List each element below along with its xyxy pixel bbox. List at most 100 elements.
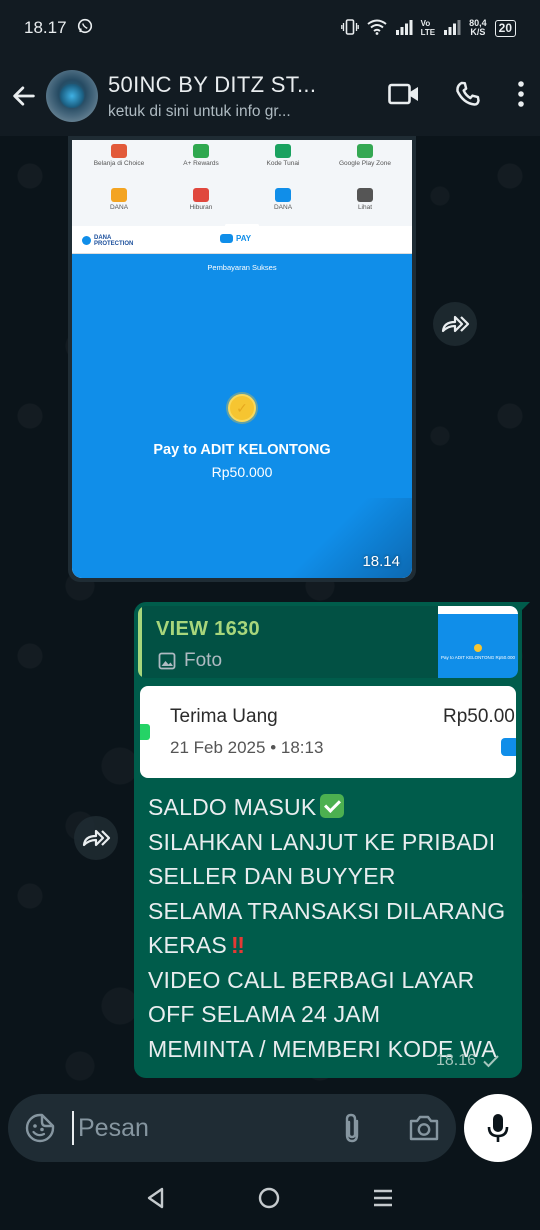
nav-back-button[interactable]: [146, 1187, 166, 1214]
payment-status: Pembayaran Sukses: [207, 263, 277, 272]
text-cursor: [72, 1111, 74, 1145]
app-tile-label: DANA: [109, 204, 129, 211]
status-bar: 18.17 Vo LTE 80,4 K/S 20: [0, 0, 540, 56]
quoted-type: Foto: [158, 650, 222, 672]
message-line: SELAMA TRANSAKSI DILARANG: [148, 897, 506, 924]
check-mark-emoji-icon: [320, 794, 345, 818]
app-tile-label: Lihat: [357, 204, 373, 211]
screenshot-grid-item: Lihat: [324, 188, 406, 232]
composer: Pesan: [0, 1094, 540, 1166]
dana-badge-icon: [501, 738, 516, 756]
message-input[interactable]: Pesan: [78, 1114, 149, 1143]
forward-button[interactable]: [433, 302, 477, 346]
app-tile-label: Kode Tunai: [266, 160, 300, 167]
message-input-container[interactable]: Pesan: [8, 1094, 456, 1162]
screenshot-grid-item: Belanja di Choice: [78, 144, 160, 188]
circle-home-icon: [258, 1187, 280, 1208]
app-tile-label: Hiburan: [189, 204, 213, 211]
screenshot-grid-item: A+ Rewards: [160, 144, 242, 188]
notification-date: 21 Feb 2025 • 18:13: [170, 738, 324, 757]
dana-protection-logo: DANA PROTECTION: [82, 235, 133, 247]
camera-icon: [409, 1115, 439, 1141]
chat-area[interactable]: Belanja di Choice A+ Rewards Kode Tunai Goo…: [0, 136, 540, 1094]
attach-button[interactable]: [342, 1112, 362, 1149]
payee-name: Pay to ADIT KELONTONG: [153, 442, 331, 458]
message-text: SALDO MASUK SILAHKAN LANJUT KE PRIBADI S…: [148, 790, 514, 1066]
app-tile-label: A+ Rewards: [183, 160, 219, 167]
wifi-icon: [366, 19, 387, 38]
app-tile-icon: [111, 144, 127, 158]
app-tile-icon: [193, 188, 209, 202]
net-speed: 80,4 K/S: [469, 18, 487, 37]
quoted-sender: VIEW 1630: [156, 618, 260, 640]
arrow-left-icon: [13, 86, 35, 106]
message-line: KERAS: [148, 932, 227, 958]
image-attachment[interactable]: Belanja di Choice A+ Rewards Kode Tunai Goo…: [72, 140, 412, 578]
forward-icon: [441, 315, 470, 333]
image-message[interactable]: Belanja di Choice A+ Rewards Kode Tunai Goo…: [68, 136, 416, 582]
menu-lines-icon: [374, 1189, 392, 1206]
video-call-button[interactable]: [388, 82, 420, 111]
app-badge-icon: [140, 724, 150, 740]
triangle-back-icon: [147, 1187, 164, 1208]
screenshot-grid-item: Kode Tunai: [242, 144, 324, 188]
app-tile-icon: [275, 144, 291, 158]
nav-recents-button[interactable]: [372, 1187, 394, 1214]
battery-indicator: 20: [494, 19, 516, 37]
chat-header: 50INC BY DITZ ST... ketuk di sini untuk …: [0, 56, 540, 136]
voice-record-button[interactable]: [464, 1094, 532, 1162]
camera-button[interactable]: [408, 1114, 440, 1147]
dana-pay-logo: PAY: [220, 234, 251, 243]
message-line: OFF SELAMA 24 JAM: [148, 1001, 381, 1027]
back-button[interactable]: [2, 56, 46, 136]
screenshot-grid-item: Google Play Zone: [324, 144, 406, 188]
app-tile-icon: [357, 188, 373, 202]
group-info[interactable]: 50INC BY DITZ ST... ketuk di sini untuk …: [108, 72, 338, 121]
volte-indicator: Vo LTE: [420, 19, 436, 37]
app-tile-label: DANA: [273, 204, 293, 211]
vibrate-icon: [340, 18, 359, 38]
quoted-thumbnail: Pay to ADIT KELONTONG Rp50.000: [438, 606, 518, 678]
screenshot-app-grid: Belanja di Choice A+ Rewards Kode Tunai Goo…: [72, 140, 412, 226]
paperclip-icon: [345, 1113, 359, 1143]
screenshot-grid-item: DANA: [78, 188, 160, 232]
sheet-handle: [225, 224, 259, 227]
phone-icon: [456, 81, 480, 106]
menu-button[interactable]: [516, 80, 526, 113]
outgoing-message[interactable]: VIEW 1630 Foto Pay to ADIT KELONTONG Rp5…: [134, 602, 522, 1078]
message-time: 18.14: [362, 553, 400, 570]
forward-icon: [82, 829, 111, 847]
status-time: 18.17: [24, 18, 67, 37]
emoji-button[interactable]: [24, 1112, 56, 1149]
payment-amount: Rp50.000: [211, 464, 273, 480]
whatsapp-notification-icon: [77, 18, 93, 39]
voice-call-button[interactable]: [454, 80, 482, 113]
group-avatar[interactable]: [46, 70, 98, 122]
app-tile-icon: [275, 188, 291, 202]
signal-2-icon: [443, 19, 461, 38]
message-line: VIDEO CALL BERBAGI LAYAR: [148, 966, 475, 993]
app-tile-label: Google Play Zone: [338, 160, 392, 167]
system-nav-bar: [0, 1170, 540, 1230]
app-tile-icon: [357, 144, 373, 158]
message-meta: 18.16: [436, 1052, 500, 1070]
message-time: 18.16: [435, 1052, 476, 1069]
more-vert-icon: [518, 80, 524, 107]
video-camera-icon: [388, 83, 418, 104]
receive-money-screenshot[interactable]: Terima Uang Rp50.00 21 Feb 2025 • 18:13: [140, 686, 516, 778]
nav-home-button[interactable]: [258, 1187, 280, 1214]
forward-button-2[interactable]: [74, 816, 118, 860]
app-tile-label: Belanja di Choice: [93, 160, 145, 167]
photo-icon: [158, 652, 176, 670]
message-line: SILAHKAN LANJUT KE PRIBADI: [148, 828, 496, 855]
quoted-message[interactable]: VIEW 1630 Foto Pay to ADIT KELONTONG Rp5…: [138, 606, 518, 678]
notification-amount: Rp50.00: [443, 706, 515, 727]
notification-title: Terima Uang: [170, 706, 278, 727]
success-coin-icon: ✓: [228, 394, 256, 422]
group-subtitle: ketuk di sini untuk info gr...: [108, 102, 291, 120]
signal-icon: [395, 19, 413, 38]
sent-check-icon: [483, 1055, 499, 1068]
message-line: SALDO MASUK: [148, 794, 317, 820]
sticker-icon: [25, 1113, 55, 1143]
message-line: SELLER DAN BUYYER: [148, 863, 396, 889]
